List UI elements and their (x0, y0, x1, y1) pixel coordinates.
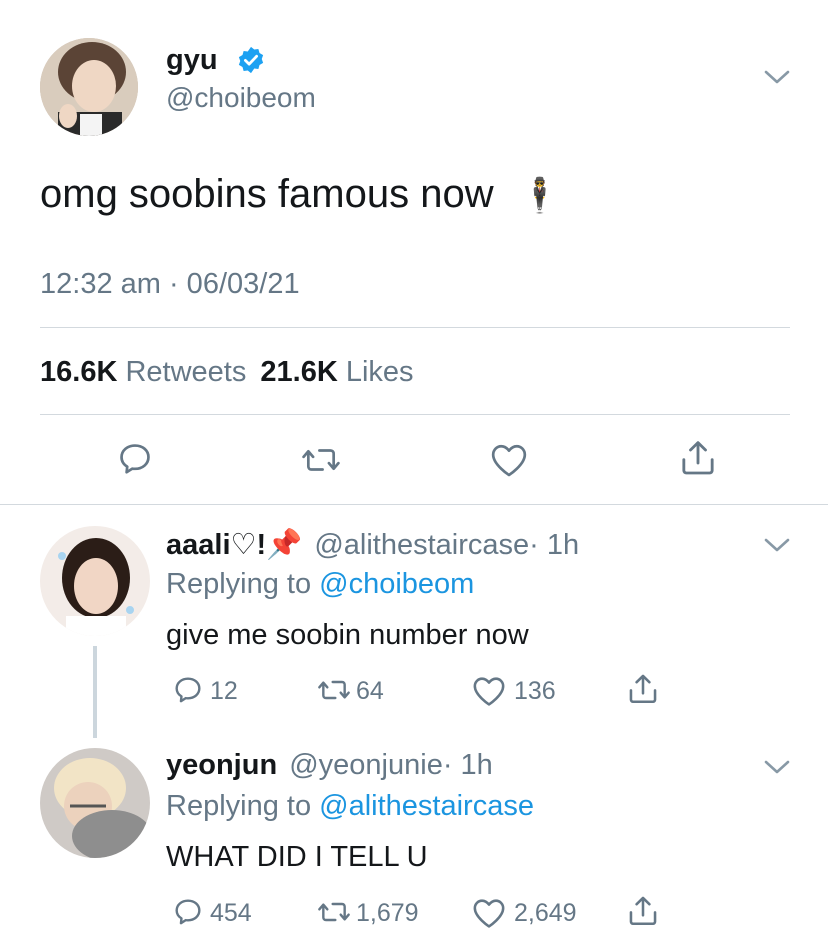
thread-connector (93, 646, 97, 738)
levitating-man-emoji: 🕴 (518, 177, 562, 215)
share-icon[interactable] (678, 438, 718, 478)
retweets-count[interactable]: 16.6K (40, 356, 117, 388)
share-icon[interactable] (626, 894, 660, 928)
divider (40, 414, 790, 415)
tweet-text: omg soobins famous now 🕴 (40, 172, 561, 217)
tweet-timestamp[interactable]: 12:32 am · 06/03/21 (40, 268, 300, 301)
handle[interactable]: @alithestaircase (314, 529, 529, 561)
chevron-down-icon[interactable] (764, 758, 790, 776)
divider (0, 504, 828, 505)
retweet-icon[interactable] (316, 674, 352, 706)
reply-text: WHAT DID I TELL U (166, 841, 428, 873)
reply-icon[interactable] (116, 440, 154, 478)
retweet-icon[interactable] (300, 441, 342, 479)
like-count: 136 (514, 677, 556, 705)
reply-time[interactable]: · 1h (529, 529, 579, 561)
display-name[interactable]: aaali♡!📌 (166, 529, 302, 561)
display-name[interactable]: gyu (166, 44, 218, 77)
reply-header: aaali♡!📌 @alithestaircase· 1h (166, 527, 579, 562)
replying-to-handle[interactable]: @alithestaircase (319, 790, 534, 822)
chevron-down-icon[interactable] (764, 536, 790, 554)
replying-to: Replying to @alithestaircase (166, 790, 534, 823)
chevron-down-icon[interactable] (764, 68, 790, 86)
tweet-text-body: omg soobins famous now (40, 172, 494, 216)
retweet-count: 1,679 (356, 899, 419, 927)
handle[interactable]: @yeonjunie (289, 749, 443, 781)
reply-count: 454 (210, 899, 252, 927)
reply-count: 12 (210, 677, 238, 705)
verified-badge-icon (236, 45, 266, 75)
avatar[interactable] (40, 38, 138, 136)
like-count: 2,649 (514, 899, 577, 927)
avatar[interactable] (40, 748, 150, 858)
like-icon[interactable] (490, 442, 528, 478)
replying-to-label: Replying to (166, 568, 312, 600)
reply-icon[interactable] (172, 674, 204, 706)
avatar[interactable] (40, 526, 150, 636)
reply-icon[interactable] (172, 896, 204, 928)
reply-time[interactable]: · 1h (443, 749, 493, 781)
likes-label[interactable]: Likes (346, 356, 414, 388)
like-icon[interactable] (472, 897, 506, 929)
display-name[interactable]: yeonjun (166, 749, 277, 781)
likes-count[interactable]: 21.6K (260, 356, 337, 388)
reply-header: yeonjun @yeonjunie· 1h (166, 749, 493, 782)
tweet-stats: 16.6K Retweets 21.6K Likes (40, 356, 414, 389)
share-icon[interactable] (626, 672, 660, 706)
retweet-icon[interactable] (316, 896, 352, 928)
handle[interactable]: @choibeom (166, 82, 316, 114)
replying-to: Replying to @choibeom (166, 568, 474, 601)
like-icon[interactable] (472, 675, 506, 707)
retweet-count: 64 (356, 677, 384, 705)
retweets-label[interactable]: Retweets (125, 356, 246, 388)
replying-to-label: Replying to (166, 790, 312, 822)
divider (40, 327, 790, 328)
replying-to-handle[interactable]: @choibeom (319, 568, 474, 600)
reply-text: give me soobin number now (166, 619, 529, 651)
